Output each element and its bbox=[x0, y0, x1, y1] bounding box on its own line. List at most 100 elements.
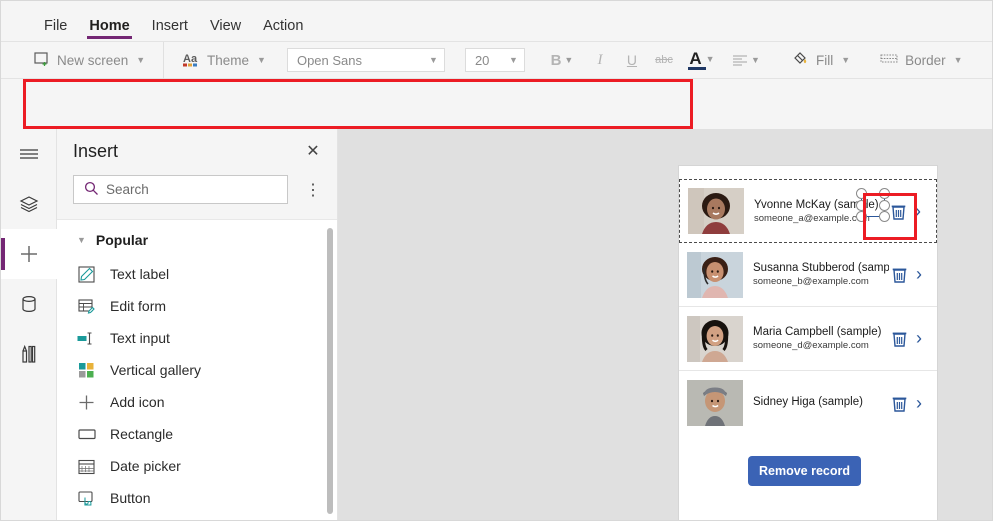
border-label: Border bbox=[905, 52, 946, 68]
font-size-select[interactable]: 20 ▼ bbox=[464, 48, 525, 72]
bold-button[interactable]: B ▼ bbox=[541, 46, 583, 74]
trash-icon[interactable] bbox=[889, 330, 909, 347]
new-screen-button[interactable]: New screen ▼ bbox=[27, 47, 152, 74]
insert-panel-body: ▼ Popular Text label Edit form Text inpu… bbox=[57, 220, 337, 520]
fill-bucket-icon bbox=[792, 50, 810, 70]
rail-item-data[interactable] bbox=[1, 279, 57, 329]
theme-label: Theme bbox=[207, 52, 250, 68]
formula-bar-zone: OnSelect ▼ = fx ▼ Remove( [@Contacts] , … bbox=[1, 79, 992, 198]
chevron-down-icon: ▼ bbox=[77, 235, 86, 245]
resize-handle-middle-right[interactable] bbox=[879, 199, 890, 211]
trash-icon[interactable] bbox=[888, 203, 908, 220]
resize-handle-bottom-left[interactable] bbox=[856, 211, 867, 222]
insert-panel-scrollbar[interactable] bbox=[327, 228, 333, 514]
rail-item-media[interactable] bbox=[1, 329, 57, 379]
chevron-right-icon[interactable]: › bbox=[909, 264, 929, 285]
insert-panel: Insert ✕ Search ⋮ ▼ Popular Text label E… bbox=[57, 129, 338, 520]
resize-handle-middle-left[interactable] bbox=[856, 199, 867, 211]
rail-item-insert[interactable] bbox=[1, 229, 57, 279]
insert-panel-header: Insert ✕ Search ⋮ bbox=[57, 129, 337, 220]
more-options-icon[interactable]: ⋮ bbox=[303, 177, 323, 203]
border-button[interactable]: Border ▼ bbox=[873, 48, 969, 73]
insert-item-label: Rectangle bbox=[110, 426, 174, 442]
layers-icon bbox=[19, 196, 39, 213]
insert-item-add-icon[interactable]: Add icon bbox=[57, 386, 337, 418]
chevron-right-icon[interactable]: › bbox=[909, 393, 929, 414]
hamburger-menu-icon bbox=[20, 149, 38, 159]
avatar bbox=[687, 251, 743, 298]
row-email: someone_d@example.com bbox=[753, 340, 869, 351]
insert-item-text-input[interactable]: Text input bbox=[57, 322, 337, 354]
align-button[interactable]: ▼ bbox=[725, 46, 767, 74]
menu-item-insert[interactable]: Insert bbox=[141, 18, 199, 42]
rail-item-tree-view[interactable] bbox=[1, 179, 57, 229]
chevron-down-icon: ▼ bbox=[136, 55, 146, 65]
menu-item-file[interactable]: File bbox=[33, 18, 78, 42]
app-screen[interactable]: Yvonne McKay (sample) someone_a@example.… bbox=[679, 166, 937, 520]
fill-label: Fill bbox=[815, 52, 834, 68]
insert-item-label: Vertical gallery bbox=[110, 362, 202, 378]
resize-handle-top-left[interactable] bbox=[856, 188, 867, 199]
insert-item-edit-form[interactable]: Edit form bbox=[57, 290, 337, 322]
table-row[interactable]: Maria Campbell (sample) someone_d@exampl… bbox=[679, 307, 937, 371]
trash-icon[interactable] bbox=[889, 395, 909, 412]
table-row[interactable]: Sidney Higa (sample) › bbox=[679, 371, 937, 435]
app-canvas: Yvonne McKay (sample) someone_a@example.… bbox=[339, 129, 992, 520]
chevron-down-icon: ▼ bbox=[841, 55, 851, 65]
powerapps-studio-window: File Home Insert View Action New screen … bbox=[0, 0, 993, 521]
strikethrough-label: abc bbox=[655, 54, 673, 66]
main-area: Insert ✕ Search ⋮ ▼ Popular Text label E… bbox=[1, 129, 992, 520]
plus-icon bbox=[21, 246, 37, 262]
menu-item-home[interactable]: Home bbox=[78, 18, 140, 42]
resize-handle-top-right[interactable] bbox=[879, 188, 890, 199]
font-color-button[interactable]: A ▼ bbox=[681, 46, 723, 74]
strikethrough-button[interactable]: abc bbox=[649, 46, 679, 74]
vertical-gallery-icon bbox=[77, 361, 96, 380]
resize-handle-bottom-right[interactable] bbox=[879, 211, 890, 222]
rail-item-hamburger-menu[interactable] bbox=[1, 129, 57, 179]
font-family-select[interactable]: Open Sans ▼ bbox=[286, 48, 445, 72]
insert-item-date-picker[interactable]: Date picker bbox=[57, 450, 337, 482]
menu-bar: File Home Insert View Action bbox=[1, 1, 992, 42]
chevron-right-icon[interactable]: › bbox=[908, 201, 928, 222]
row-text: Susanna Stubberod (sample) someone_b@exa… bbox=[743, 262, 889, 287]
insert-item-text-label[interactable]: Text label bbox=[57, 258, 337, 290]
close-icon[interactable]: ✕ bbox=[304, 143, 322, 161]
left-icon-rail bbox=[1, 129, 57, 520]
chevron-down-icon: ▼ bbox=[750, 55, 760, 65]
insert-item-label: Date picker bbox=[110, 458, 181, 474]
table-row[interactable]: Susanna Stubberod (sample) someone_b@exa… bbox=[679, 243, 937, 307]
chevron-right-icon[interactable]: › bbox=[909, 328, 929, 349]
group-popular[interactable]: ▼ Popular bbox=[57, 220, 337, 258]
underline-label: U bbox=[626, 52, 638, 68]
italic-button[interactable]: I bbox=[585, 46, 615, 74]
table-row[interactable]: Yvonne McKay (sample) someone_a@example.… bbox=[679, 179, 937, 243]
menu-item-view[interactable]: View bbox=[199, 18, 252, 42]
insert-item-rectangle[interactable]: Rectangle bbox=[57, 418, 337, 450]
vertical-gallery[interactable]: Yvonne McKay (sample) someone_a@example.… bbox=[679, 179, 937, 435]
chevron-down-icon: ▼ bbox=[257, 55, 266, 65]
search-input[interactable]: Search bbox=[73, 175, 288, 204]
trash-icon[interactable] bbox=[889, 266, 909, 283]
new-screen-icon bbox=[34, 51, 51, 70]
avatar bbox=[687, 380, 743, 426]
new-screen-label: New screen bbox=[57, 52, 129, 68]
menu-item-action[interactable]: Action bbox=[252, 18, 314, 42]
insert-item-label: Text label bbox=[110, 266, 170, 282]
insert-item-button[interactable]: Button bbox=[57, 482, 337, 514]
row-text: Sidney Higa (sample) bbox=[743, 396, 889, 410]
chevron-down-icon: ▼ bbox=[564, 55, 574, 65]
avatar bbox=[688, 188, 744, 234]
align-left-icon bbox=[732, 54, 747, 66]
button-icon bbox=[77, 489, 96, 508]
panel-title: Insert bbox=[73, 141, 119, 161]
font-color-swatch bbox=[687, 67, 706, 70]
underline-button[interactable]: U bbox=[617, 46, 647, 74]
row-email: someone_b@example.com bbox=[753, 276, 869, 287]
theme-button[interactable]: Aa Theme ▼ bbox=[176, 47, 273, 74]
remove-record-button[interactable]: Remove record bbox=[748, 456, 861, 486]
insert-item-vertical-gallery[interactable]: Vertical gallery bbox=[57, 354, 337, 386]
selection-handles-group bbox=[856, 188, 890, 222]
insert-item-label: Add icon bbox=[110, 394, 165, 410]
fill-button[interactable]: Fill ▼ bbox=[785, 46, 857, 74]
